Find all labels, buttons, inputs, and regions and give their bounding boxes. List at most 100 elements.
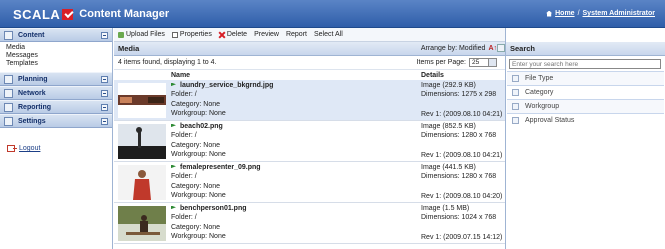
file-name-text: benchperson01.png [180, 205, 247, 212]
properties-button[interactable]: Properties [171, 31, 212, 38]
upload-icon [118, 31, 124, 38]
media-row[interactable]: benchperson01.png Folder: / Category: No… [114, 203, 505, 244]
sidebar-section-network[interactable]: Network [0, 86, 112, 100]
file-revision: Rev 1: (2009.08.10 04:21) [421, 111, 503, 118]
file-name-text: femalepresenter_09.png [180, 164, 261, 171]
filter-file-type[interactable]: File Type [507, 71, 664, 85]
link-separator: / [577, 10, 580, 17]
file-dimensions: Dimensions: 1024 x 768 [421, 214, 497, 221]
collapse-icon[interactable] [101, 104, 108, 111]
search-input[interactable] [509, 59, 661, 69]
collapse-icon[interactable] [101, 76, 108, 83]
sidebar-section-settings[interactable]: Settings [0, 114, 112, 128]
upload-label: Upload Files [126, 31, 165, 38]
results-info: 4 items found, displaying 1 to 4. [118, 59, 217, 66]
logout-label: Logout [19, 145, 41, 152]
expand-icon [512, 117, 519, 124]
file-revision: Rev 1: (2009.08.10 04:21) [421, 152, 503, 159]
upload-files-button[interactable]: Upload Files [118, 31, 165, 38]
file-type: Image (852.5 KB) [421, 123, 476, 130]
delete-icon [219, 32, 225, 38]
sidebar-item-messages[interactable]: Messages [6, 52, 112, 60]
preview-button[interactable]: Preview [254, 31, 279, 38]
approved-flag-icon [171, 123, 176, 128]
file-category: Category: None [171, 101, 221, 108]
app-header: SCALA Content Manager Home / System Admi… [0, 0, 665, 28]
logout-icon [7, 145, 17, 152]
scala-logo: SCALA [13, 6, 61, 22]
file-name: femalepresenter_09.png [171, 164, 261, 171]
file-name-text: laundry_service_bkgrnd.jpg [180, 82, 274, 89]
file-workgroup: Workgroup: None [171, 192, 226, 199]
file-folder: Folder: / [171, 91, 197, 98]
items-per-page-select[interactable]: 25 [469, 58, 497, 67]
file-name-text: beach02.png [180, 123, 223, 130]
filter-label: File Type [525, 75, 554, 82]
file-dimensions: Dimensions: 1280 x 768 [421, 132, 497, 139]
sidebar-section-label: Settings [18, 117, 46, 125]
file-dimensions: Dimensions: 1275 x 298 [421, 91, 497, 98]
col-name-header[interactable]: Name [171, 72, 190, 79]
filter-workgroup[interactable]: Workgroup [507, 99, 664, 113]
logout-link[interactable]: Logout [7, 145, 40, 152]
info-bar: 4 items found, displaying 1 to 4. Items … [114, 56, 505, 70]
filter-category[interactable]: Category [507, 85, 664, 99]
thumbnail-presenter [118, 165, 166, 200]
collapse-icon[interactable] [101, 90, 108, 97]
expand-icon [512, 103, 519, 110]
thumbnail-laundry [118, 83, 166, 118]
file-folder: Folder: / [171, 214, 197, 221]
file-workgroup: Workgroup: None [171, 151, 226, 158]
collapse-panel-icon[interactable] [497, 44, 505, 52]
home-link[interactable]: Home [555, 10, 574, 17]
scala-mark-icon [62, 8, 74, 20]
file-folder: Folder: / [171, 132, 197, 139]
delete-button[interactable]: Delete [219, 31, 247, 38]
file-category: Category: None [171, 142, 221, 149]
media-header: Media Arrange by: Modified A↑ [114, 42, 505, 56]
reporting-icon [4, 102, 13, 112]
sidebar-section-content[interactable]: Content [0, 28, 112, 42]
app-title: Content Manager [79, 8, 170, 20]
search-header: Search [506, 42, 665, 56]
file-folder: Folder: / [171, 173, 197, 180]
properties-label: Properties [179, 31, 212, 38]
sidebar-section-label: Planning [18, 75, 48, 83]
file-workgroup: Workgroup: None [171, 233, 226, 240]
arrange-by[interactable]: Arrange by: Modified A↑ [421, 45, 497, 52]
sidebar-section-reporting[interactable]: Reporting [0, 100, 112, 114]
sidebar-section-planning[interactable]: Planning [0, 72, 112, 86]
arrange-label: Arrange by: Modified [420, 45, 486, 52]
thumbnail-beach [118, 124, 166, 159]
media-row[interactable]: beach02.png Folder: / Category: None Wor… [114, 121, 505, 162]
thumbnail-bench [118, 206, 166, 241]
filter-label: Workgroup [525, 103, 560, 110]
file-revision: Rev 1: (2009.08.10 04:20) [421, 193, 503, 200]
file-name: beach02.png [171, 123, 223, 130]
report-button[interactable]: Report [286, 31, 307, 38]
media-title: Media [118, 44, 140, 53]
content-icon [4, 30, 13, 40]
sort-ascending-icon[interactable]: A↑ [488, 45, 497, 52]
filter-approval-status[interactable]: Approval Status [507, 113, 664, 127]
user-link[interactable]: System Administrator [583, 10, 655, 17]
properties-icon [171, 31, 178, 38]
brand: SCALA Content Manager [13, 6, 169, 22]
collapse-icon[interactable] [101, 32, 108, 39]
sidebar-section-label: Reporting [18, 103, 52, 111]
file-type: Image (292.9 KB) [421, 82, 476, 89]
media-row[interactable]: femalepresenter_09.png Folder: / Categor… [114, 162, 505, 203]
media-row[interactable]: laundry_service_bkgrnd.jpg Folder: / Cat… [114, 80, 505, 121]
filter-label: Category [525, 89, 554, 96]
home-icon [546, 10, 553, 17]
sidebar-item-templates[interactable]: Templates [6, 60, 112, 68]
collapse-icon[interactable] [101, 118, 108, 125]
sidebar-section-label: Network [18, 89, 46, 97]
sidebar: Content Media Messages Templates Plannin… [0, 28, 113, 249]
expand-icon [512, 75, 519, 82]
file-revision: Rev 1: (2009.07.15 14:12) [421, 234, 503, 241]
file-workgroup: Workgroup: None [171, 110, 226, 117]
select-all-button[interactable]: Select All [314, 31, 343, 38]
sidebar-item-media[interactable]: Media [6, 44, 112, 52]
file-category: Category: None [171, 183, 221, 190]
